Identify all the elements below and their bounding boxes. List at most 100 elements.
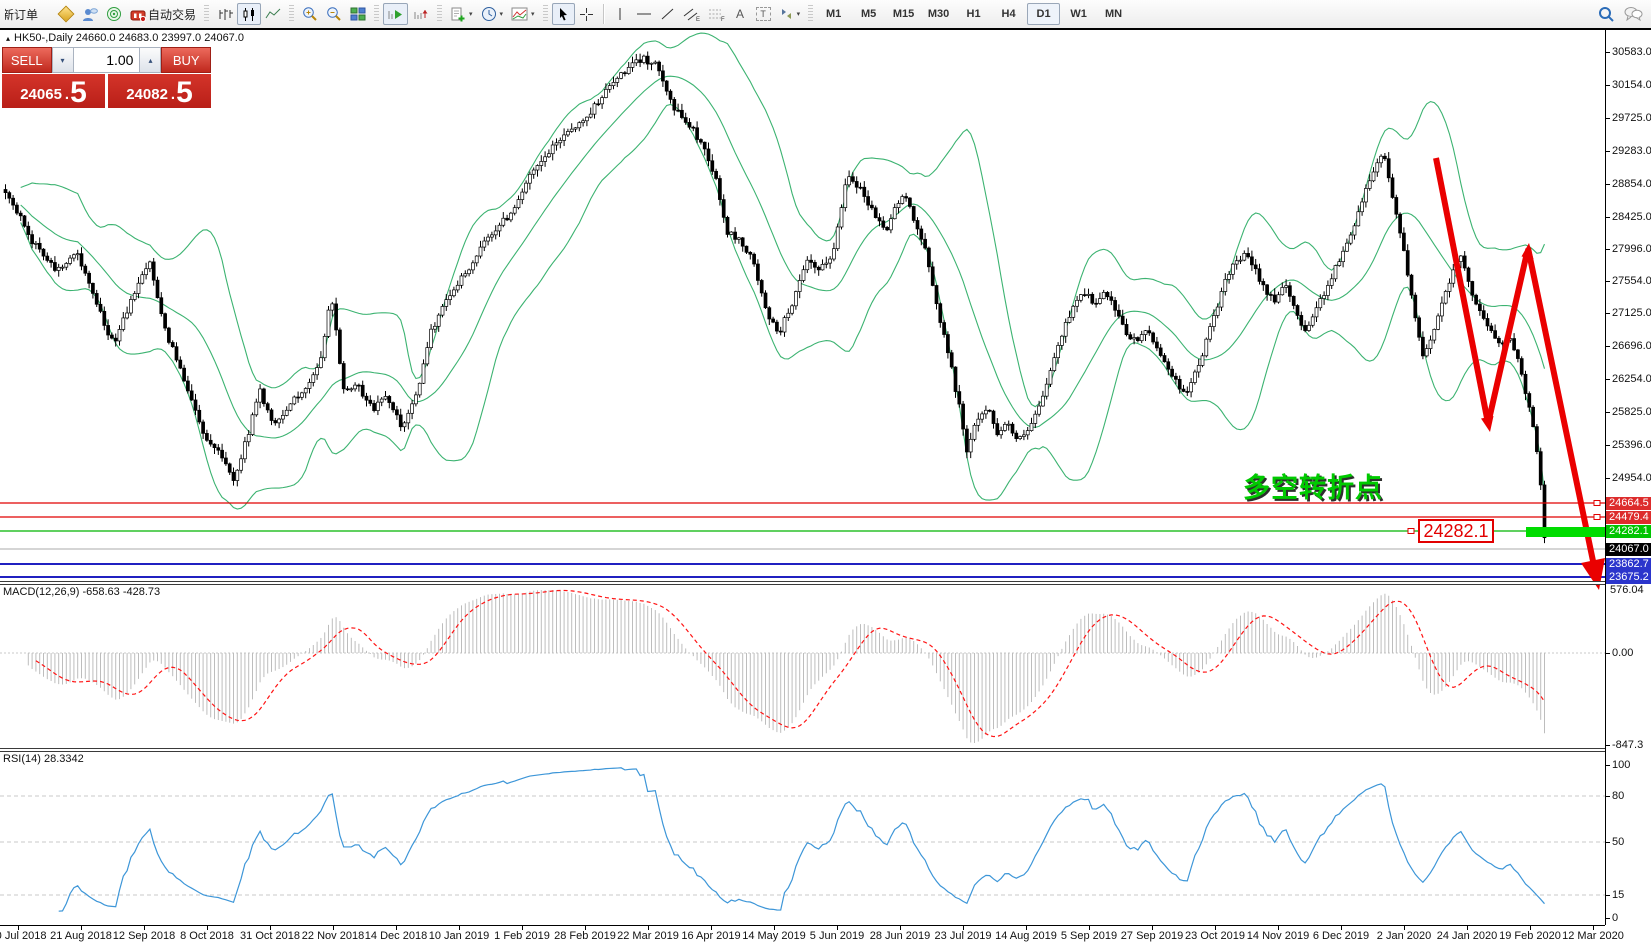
macd-rsi-pane-separator[interactable] bbox=[0, 748, 1605, 752]
dropdown-caret-icon: ▾ bbox=[797, 10, 801, 18]
date-axis-label: 8 Oct 2018 bbox=[180, 930, 234, 942]
timeframe-button-m30[interactable]: M30 bbox=[922, 3, 955, 25]
arrows-shapes-icon bbox=[779, 7, 794, 21]
trend-arrow-down-1[interactable] bbox=[1436, 158, 1487, 418]
zoom-in-button[interactable] bbox=[298, 3, 322, 25]
radar-icon bbox=[106, 6, 122, 22]
chart-shift-icon bbox=[412, 7, 429, 21]
channel-tool-button[interactable]: E bbox=[679, 3, 704, 25]
price-axis-label: 26696.0 bbox=[1612, 340, 1651, 352]
toolbar-grip bbox=[204, 5, 209, 23]
trendline-tool-button[interactable] bbox=[656, 3, 679, 25]
trend-arrow-up[interactable] bbox=[1488, 257, 1526, 424]
buy-price-main: 24082 bbox=[126, 86, 168, 103]
timeframe-button-d1[interactable]: D1 bbox=[1027, 3, 1060, 25]
search-button[interactable] bbox=[1594, 3, 1619, 25]
timeframe-button-m5[interactable]: M5 bbox=[852, 3, 885, 25]
tile-windows-button[interactable] bbox=[346, 3, 370, 25]
date-axis-label: 12 Sep 2018 bbox=[113, 930, 175, 942]
candlestick-mode-button[interactable] bbox=[237, 3, 261, 25]
text-tool-button[interactable]: A bbox=[729, 3, 752, 25]
crosshair-tool-button[interactable] bbox=[575, 3, 598, 25]
symbol-ohlc-text: HK50-,Daily 24660.0 24683.0 23997.0 2406… bbox=[14, 32, 244, 44]
rsi-indicator-label: RSI(14) 28.3342 bbox=[3, 753, 84, 765]
trend-arrow-down-2[interactable] bbox=[1528, 248, 1593, 561]
rsi-axis-tick bbox=[1605, 796, 1610, 797]
volume-input[interactable]: 1.00 bbox=[74, 47, 140, 73]
history-center-button[interactable] bbox=[54, 3, 77, 25]
rsi-axis-tick bbox=[1605, 765, 1610, 766]
line-chart-mode-button[interactable] bbox=[261, 3, 285, 25]
volume-decrease-button[interactable]: ▾ bbox=[52, 47, 74, 73]
periods-button[interactable]: ▾ bbox=[477, 3, 508, 25]
rsi-axis-label: 15 bbox=[1612, 889, 1624, 901]
signals-button[interactable] bbox=[102, 3, 126, 25]
price-axis-label: 27996.0 bbox=[1612, 243, 1651, 255]
drawing-objects-overlay bbox=[0, 0, 1651, 951]
price-axis-tick bbox=[1605, 151, 1610, 152]
timeframe-button-h4[interactable]: H4 bbox=[992, 3, 1025, 25]
chat-button[interactable] bbox=[1619, 3, 1647, 25]
price-axis-label: 28425.0 bbox=[1612, 211, 1651, 223]
price-axis-label: 26254.0 bbox=[1612, 373, 1651, 385]
autotrading-label: 自动交易 bbox=[148, 6, 196, 23]
buy-button[interactable]: BUY bbox=[161, 47, 211, 73]
horizontal-line-tool-button[interactable] bbox=[632, 3, 656, 25]
rsi-axis-tick bbox=[1605, 895, 1610, 896]
label-tool-button[interactable]: T bbox=[752, 3, 775, 25]
sell-price-button[interactable]: 24065.5 bbox=[2, 74, 105, 108]
timeframe-button-mn[interactable]: MN bbox=[1097, 3, 1130, 25]
trendline-icon bbox=[660, 7, 675, 21]
price-axis-tick bbox=[1605, 52, 1610, 53]
buy-price-dot: . bbox=[171, 86, 175, 103]
chart-title: ▴HK50-,Daily 24660.0 24683.0 23997.0 240… bbox=[6, 32, 244, 44]
main-macd-pane-separator[interactable] bbox=[0, 581, 1605, 585]
date-axis-label: 14 May 2019 bbox=[742, 930, 806, 942]
timeframe-button-h1[interactable]: H1 bbox=[957, 3, 990, 25]
line-chart-icon bbox=[265, 7, 281, 21]
zoom-out-button[interactable] bbox=[322, 3, 346, 25]
sell-price-fraction: 5 bbox=[70, 80, 87, 106]
timeframe-group: M1M5M15M30H1H4D1W1MN bbox=[817, 3, 1130, 25]
price-axis-label: 25825.0 bbox=[1612, 406, 1651, 418]
date-axis-label: 10 Jan 2019 bbox=[429, 930, 490, 942]
label-tool-icon: T bbox=[756, 7, 771, 21]
cursor-tool-button[interactable] bbox=[552, 3, 575, 25]
date-axis-label: 19 Feb 2020 bbox=[1499, 930, 1561, 942]
volume-increase-button[interactable]: ▴ bbox=[139, 47, 161, 73]
toolbar-grip bbox=[374, 5, 379, 23]
gold-diamond-icon bbox=[57, 6, 74, 23]
volume-stepper: ▾ 1.00 ▴ bbox=[52, 47, 162, 73]
templates-button[interactable]: ▾ bbox=[507, 3, 539, 25]
date-axis-label: 5 Sep 2019 bbox=[1061, 930, 1117, 942]
turning-point-annotation[interactable]: 多空转折点 bbox=[1243, 466, 1383, 505]
date-axis-label: 24 Jan 2020 bbox=[1437, 930, 1498, 942]
date-axis-label: 23 Jul 2019 bbox=[935, 930, 992, 942]
rsi-axis-label: 100 bbox=[1612, 759, 1630, 771]
vertical-line-tool-button[interactable] bbox=[609, 3, 632, 25]
date-axis-label: 30 Jul 2018 bbox=[0, 930, 46, 942]
bar-chart-mode-button[interactable] bbox=[213, 3, 237, 25]
toolbar-grip bbox=[437, 5, 442, 23]
timeframe-button-m1[interactable]: M1 bbox=[817, 3, 850, 25]
chart-shift-button[interactable] bbox=[408, 3, 433, 25]
new-order-button[interactable]: 新订单 bbox=[4, 3, 54, 25]
chat-bubbles-icon bbox=[1623, 6, 1643, 22]
autotrading-button[interactable]: 自动交易 bbox=[126, 3, 200, 25]
timeframe-button-m15[interactable]: M15 bbox=[887, 3, 920, 25]
auto-scroll-button[interactable] bbox=[383, 3, 408, 25]
macd-max-value-label: 576.04 bbox=[1610, 584, 1644, 596]
price-axis-tick bbox=[1605, 281, 1610, 282]
green-level-bar[interactable] bbox=[1526, 527, 1605, 537]
fibonacci-tool-button[interactable]: F bbox=[704, 3, 729, 25]
price-axis-tick bbox=[1605, 217, 1610, 218]
sell-button[interactable]: SELL bbox=[2, 47, 52, 73]
date-axis-label: 28 Feb 2019 bbox=[554, 930, 616, 942]
arrows-tool-button[interactable]: ▾ bbox=[775, 3, 805, 25]
timeframe-button-w1[interactable]: W1 bbox=[1062, 3, 1095, 25]
level-price-label[interactable]: 24282.1 bbox=[1418, 519, 1494, 543]
add-indicator-button[interactable]: ▾ bbox=[446, 3, 477, 25]
accounts-button[interactable] bbox=[77, 3, 102, 25]
buy-price-button[interactable]: 24082.5 bbox=[108, 74, 211, 108]
price-axis-tick bbox=[1605, 445, 1610, 446]
